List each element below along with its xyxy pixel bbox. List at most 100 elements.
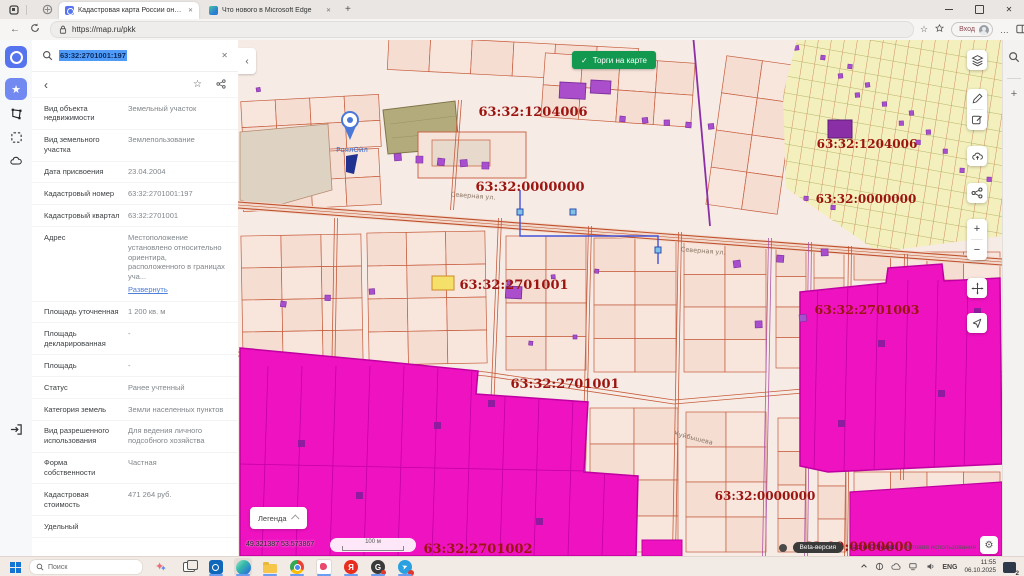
divider xyxy=(26,5,27,15)
detail-row: Кадастровый квартал 63:32:2701001 xyxy=(32,205,238,227)
scale-label: 100 м xyxy=(365,539,381,545)
language-indicator[interactable]: ENG xyxy=(942,564,957,571)
share-icon[interactable] xyxy=(216,76,226,94)
map-canvas[interactable]: Северная ул.Северная ул.КуйбышеваРоялОйл… xyxy=(238,40,1002,556)
auctions-on-map-button[interactable]: ✓ Торги на карте xyxy=(572,51,656,69)
sidebar-search-icon[interactable] xyxy=(1008,50,1020,68)
favorite-star-icon[interactable]: ☆ xyxy=(920,24,928,35)
clock[interactable]: 11:55 06.10.2025 xyxy=(964,559,996,575)
detail-label: Статус xyxy=(44,383,120,393)
taskbar-search[interactable]: Поиск xyxy=(29,559,143,575)
detail-label: Кадастровый номер xyxy=(44,189,120,199)
new-tab-button[interactable]: + xyxy=(345,4,351,15)
tab-edge-whats-new[interactable]: Что нового в Microsoft Edge ✕ xyxy=(203,2,337,19)
app-rail: ★ xyxy=(0,40,33,556)
edit-note-button[interactable] xyxy=(967,110,987,130)
upload-button[interactable] xyxy=(967,146,987,166)
login-button[interactable]: Вход xyxy=(951,22,993,37)
search-placeholder: Поиск xyxy=(48,564,67,571)
cloud-icon[interactable] xyxy=(891,558,902,576)
start-button[interactable] xyxy=(10,562,21,573)
bookmark-star-icon[interactable]: ☆ xyxy=(193,79,202,90)
svg-text:63:32:2701001: 63:32:2701001 xyxy=(459,278,568,293)
beta-badge: Beta-версия xyxy=(793,542,844,553)
copilot-icon[interactable]: ✦✦ xyxy=(153,558,171,576)
locate-me-button[interactable] xyxy=(967,313,987,333)
detail-label: Вид объекта недвижимости xyxy=(44,104,120,124)
network-icon[interactable] xyxy=(909,558,919,576)
detail-value: - xyxy=(128,329,226,339)
map-container: Северная ул.Северная ул.КуйбышеваРоялОйл… xyxy=(238,40,1002,556)
layers-button[interactable] xyxy=(967,50,987,70)
detail-row: Статус Ранее учтенный xyxy=(32,377,238,399)
g-app-icon[interactable]: G xyxy=(369,558,387,576)
expand-link[interactable]: Развернуть xyxy=(128,285,226,295)
rail-favorites-button[interactable]: ★ xyxy=(5,78,27,100)
chrome-icon[interactable] xyxy=(288,558,306,576)
back-icon[interactable]: ‹ xyxy=(44,78,48,92)
detail-row: Площадь декларированная - xyxy=(32,323,238,355)
sidebar-toggle-icon[interactable] xyxy=(1016,24,1024,36)
zoom-out-button[interactable]: − xyxy=(967,240,987,260)
tab-cadastral-map[interactable]: Кадастровая карта России онла... ✕ xyxy=(59,2,199,19)
svg-text:РоялОйл: РоялОйл xyxy=(336,146,368,154)
login-label: Вход xyxy=(959,26,975,33)
detail-row: Вид объекта недвижимости Земельный участ… xyxy=(32,98,238,130)
layers-cloud-icon[interactable] xyxy=(5,150,27,172)
collections-icon[interactable] xyxy=(935,24,944,35)
edge-icon[interactable] xyxy=(234,558,252,576)
terms-link[interactable]: Условия использования xyxy=(904,544,976,551)
volume-icon[interactable] xyxy=(926,558,935,576)
yandex-browser-icon[interactable]: Я xyxy=(342,558,360,576)
detail-row: Удельный xyxy=(32,516,238,538)
detail-value: 471 264 руб. xyxy=(128,490,226,500)
detail-label: Дата присвоения xyxy=(44,167,120,177)
date: 06.10.2025 xyxy=(964,567,996,575)
back-icon[interactable]: ← xyxy=(10,24,20,35)
window-minimize-button[interactable] xyxy=(934,0,964,19)
vpn-icon[interactable] xyxy=(875,558,884,576)
panel-collapse-button[interactable]: ‹ xyxy=(238,48,256,74)
detail-value: Земли населенных пунктов xyxy=(128,405,226,415)
tab-actions-icon[interactable] xyxy=(8,4,20,16)
svg-text:63:32:1204006: 63:32:1204006 xyxy=(478,105,587,120)
svg-text:63:32:0000000: 63:32:0000000 xyxy=(475,180,584,195)
clear-search-icon[interactable]: ✕ xyxy=(221,51,228,60)
info-icon[interactable] xyxy=(779,544,787,552)
detail-value: 1 200 кв. м xyxy=(128,307,226,317)
share-map-button[interactable] xyxy=(967,183,987,203)
taskbar: Поиск ✦✦ Я G ➤ ENG 11:55 06.10.202 xyxy=(0,556,1024,576)
task-view-icon[interactable] xyxy=(180,558,198,576)
map-attribution: Beta-версия Карты © Яндекс Условия испол… xyxy=(779,542,977,553)
pencil-button[interactable] xyxy=(967,89,987,109)
pan-button[interactable] xyxy=(967,278,987,298)
window-close-button[interactable]: ✕ xyxy=(994,0,1024,19)
refresh-icon[interactable] xyxy=(30,23,40,36)
panel-header: ‹ ☆ xyxy=(32,72,238,98)
telegram-icon[interactable]: ➤ xyxy=(396,558,414,576)
browser-menu-icon[interactable]: … xyxy=(1000,25,1009,35)
zoom-in-button[interactable]: + xyxy=(967,219,987,239)
sidebar-add-icon[interactable]: + xyxy=(1011,88,1017,100)
tab-title: Кадастровая карта России онла... xyxy=(78,7,183,14)
select-extent-icon[interactable] xyxy=(5,126,27,148)
legend-label: Легенда xyxy=(258,514,287,523)
file-explorer-icon[interactable] xyxy=(261,558,279,576)
address-bar[interactable]: https://map.ru/pkk xyxy=(50,21,914,38)
detail-label: Площадь декларированная xyxy=(44,329,120,349)
unknown-app-icon[interactable] xyxy=(315,558,333,576)
login-panel-icon[interactable] xyxy=(5,418,27,440)
detail-row: Дата присвоения 23.04.2004 xyxy=(32,162,238,184)
map-settings-gear-icon[interactable]: ⚙ xyxy=(980,536,998,554)
tray-expand-icon[interactable] xyxy=(860,562,868,572)
tab-close-icon[interactable]: ✕ xyxy=(326,7,331,14)
notifications-icon[interactable]: 2 xyxy=(1003,562,1016,573)
workspaces-icon[interactable] xyxy=(41,4,53,16)
tab-close-icon[interactable]: ✕ xyxy=(188,7,193,14)
legend-button[interactable]: Легенда xyxy=(250,507,307,529)
detail-value: Ранее учтенный xyxy=(128,383,226,393)
outlook-icon[interactable] xyxy=(207,558,225,576)
search-input[interactable]: 63:32:2701001:197 xyxy=(59,51,215,60)
window-maximize-button[interactable] xyxy=(964,0,994,19)
measure-area-icon[interactable] xyxy=(5,102,27,124)
